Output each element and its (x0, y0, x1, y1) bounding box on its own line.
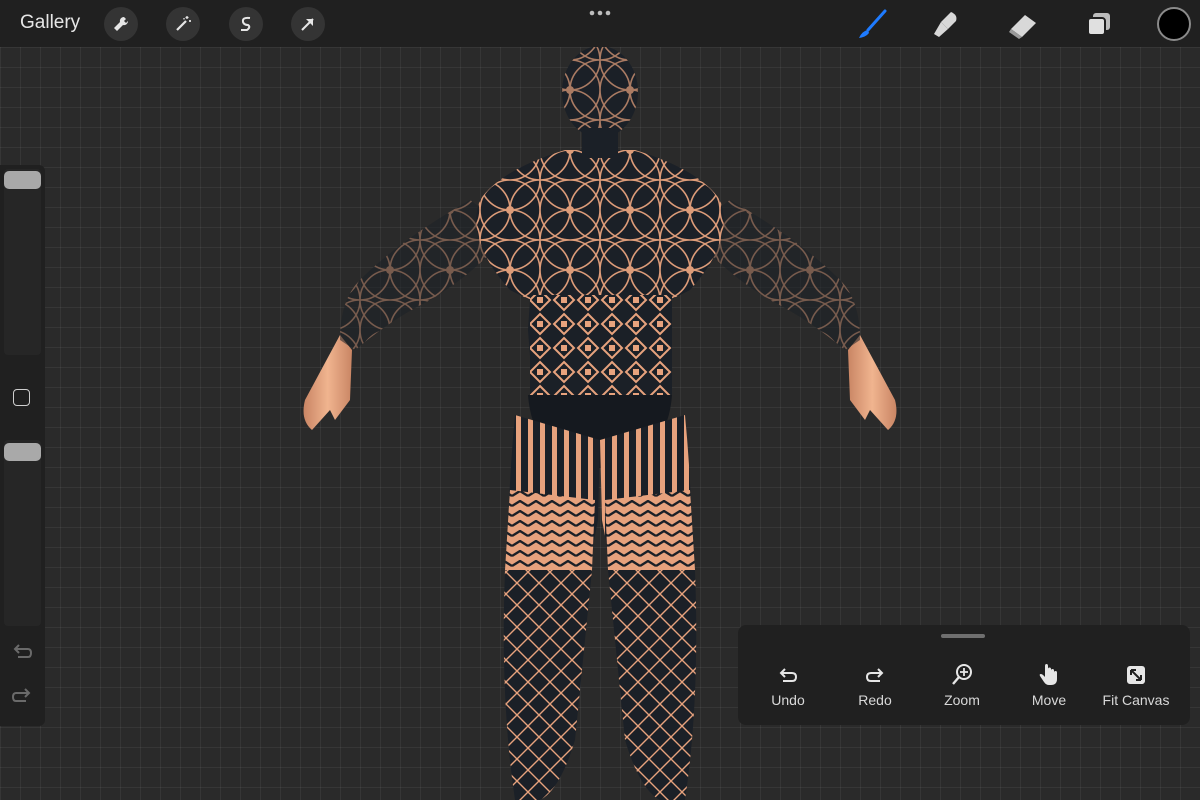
fit-canvas-icon (1091, 663, 1181, 687)
layers-icon[interactable] (1082, 7, 1116, 41)
gallery-button[interactable]: Gallery (20, 12, 80, 34)
undo-icon (743, 663, 833, 687)
more-dots-icon[interactable] (588, 4, 612, 25)
redo-arrow-icon[interactable] (11, 687, 33, 710)
undo-button[interactable]: Undo (743, 663, 833, 708)
opacity-slider[interactable] (4, 440, 41, 626)
arrow-cursor-icon[interactable] (291, 7, 325, 41)
wrench-icon[interactable] (104, 7, 138, 41)
gesture-quick-panel: Undo Redo Zoom Move Fit Canvas (738, 625, 1190, 725)
brush-size-thumb[interactable] (4, 171, 41, 189)
panel-drag-handle[interactable] (941, 634, 985, 638)
zoom-button[interactable]: Zoom (917, 663, 1007, 708)
smudge-icon[interactable] (929, 7, 963, 41)
eraser-icon[interactable] (1006, 7, 1040, 41)
selection-s-icon[interactable] (229, 7, 263, 41)
zoom-icon (917, 663, 1007, 687)
magic-wand-icon[interactable] (166, 7, 200, 41)
fit-canvas-button[interactable]: Fit Canvas (1091, 663, 1181, 708)
fit-canvas-label: Fit Canvas (1102, 692, 1170, 708)
undo-arrow-icon[interactable] (11, 643, 33, 666)
move-label: Move (1031, 692, 1067, 708)
redo-label: Redo (858, 692, 892, 708)
redo-icon (830, 663, 920, 687)
hand-icon (1004, 663, 1094, 687)
brush-size-slider[interactable] (4, 169, 41, 355)
brush-icon[interactable] (855, 7, 889, 41)
undo-label: Undo (771, 692, 805, 708)
move-button[interactable]: Move (1004, 663, 1094, 708)
opacity-thumb[interactable] (4, 443, 41, 461)
redo-button[interactable]: Redo (830, 663, 920, 708)
square-icon[interactable] (13, 389, 30, 406)
left-sidebar (0, 165, 45, 726)
zoom-label: Zoom (944, 692, 980, 708)
top-toolbar: Gallery (0, 0, 1200, 47)
color-swatch[interactable] (1157, 7, 1191, 41)
